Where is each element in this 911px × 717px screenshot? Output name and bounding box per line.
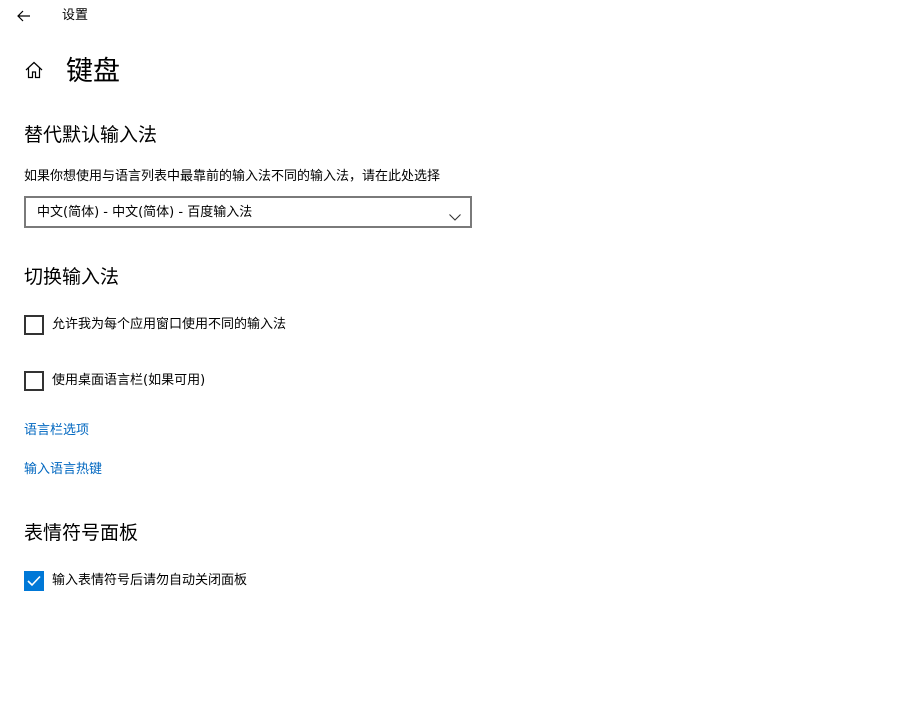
page-title: 键盘 [66,56,120,87]
default-ime-dropdown-value: 中文(简体) - 中文(简体) - 百度输入法 [37,205,253,220]
checkbox-per-app-ime[interactable]: 允许我为每个应用窗口使用不同的输入法 [24,315,286,335]
checkbox-desktop-langbar[interactable]: 使用桌面语言栏(如果可用) [24,371,205,391]
app-title: 设置 [62,8,89,23]
checkbox-box-checked[interactable] [24,571,44,591]
settings-page: 设置 键盘 替代默认输入法 如果你想使用与语言列表中最靠前的输入法不同的输入法，… [0,0,911,717]
back-arrow-icon [17,7,31,26]
checkbox-label: 使用桌面语言栏(如果可用) [52,373,206,388]
checkbox-box[interactable] [24,371,44,391]
title-bar: 设置 [0,0,911,32]
checkbox-box[interactable] [24,315,44,335]
section-title-emoji-panel: 表情符号面板 [24,522,139,544]
default-ime-description: 如果你想使用与语言列表中最靠前的输入法不同的输入法，请在此处选择 [24,169,441,184]
checkmark-icon [27,575,41,587]
link-input-hotkeys[interactable]: 输入语言热键 [24,461,102,479]
checkbox-label: 输入表情符号后请勿自动关闭面板 [52,573,248,588]
chevron-down-icon [449,207,461,221]
default-ime-dropdown[interactable]: 中文(简体) - 中文(简体) - 百度输入法 [24,196,472,228]
section-title-default-ime: 替代默认输入法 [24,124,158,146]
back-button[interactable] [10,4,38,28]
section-title-switch-ime: 切换输入法 [24,266,120,288]
link-langbar-options[interactable]: 语言栏选项 [24,422,89,440]
checkbox-label: 允许我为每个应用窗口使用不同的输入法 [52,317,287,332]
home-icon [24,60,44,84]
checkbox-emoji-keep-open[interactable]: 输入表情符号后请勿自动关闭面板 [24,571,247,591]
home-button[interactable] [22,60,46,84]
